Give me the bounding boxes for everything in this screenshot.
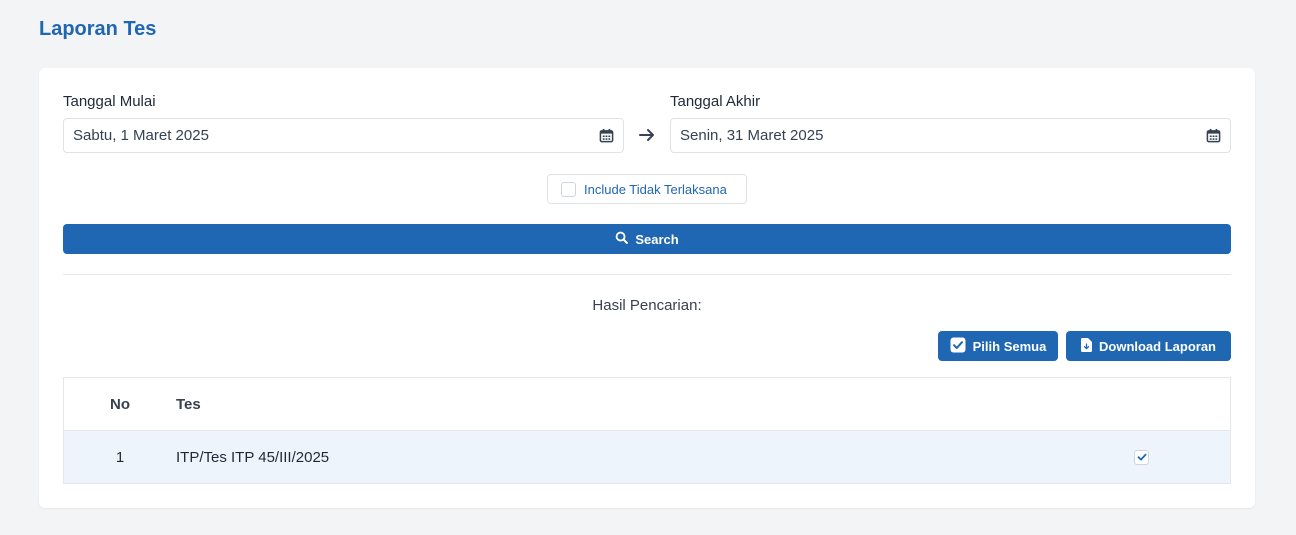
download-report-label: Download Laporan xyxy=(1099,338,1216,354)
check-square-icon xyxy=(950,337,966,356)
include-checkbox[interactable] xyxy=(561,181,576,197)
include-not-executed-toggle[interactable]: Include Tidak Terlaksana xyxy=(547,174,747,204)
table-row[interactable]: 1 ITP/Tes ITP 45/III/2025 xyxy=(64,431,1230,483)
calendar-icon[interactable] xyxy=(1205,128,1221,144)
end-date-input[interactable]: Senin, 31 Maret 2025 xyxy=(670,118,1231,153)
results-table: No Tes 1 ITP/Tes ITP 45/III/2025 xyxy=(63,377,1231,484)
column-header-no: No xyxy=(110,395,130,413)
file-download-icon xyxy=(1081,337,1092,355)
results-heading: Hasil Pencarian: xyxy=(592,297,702,314)
search-button-label: Search xyxy=(635,231,679,247)
row-select-cell xyxy=(1053,449,1230,465)
row-number: 1 xyxy=(115,448,125,466)
search-button[interactable]: Search xyxy=(63,224,1231,254)
divider xyxy=(63,274,1231,275)
select-all-button[interactable]: Pilih Semua xyxy=(938,331,1058,361)
end-date-value: Senin, 31 Maret 2025 xyxy=(680,127,824,144)
include-checkbox-label: Include Tidak Terlaksana xyxy=(584,181,727,197)
start-date-input[interactable]: Sabtu, 1 Maret 2025 xyxy=(63,118,624,153)
select-all-label: Pilih Semua xyxy=(972,338,1047,354)
end-date-label: Tanggal Akhir xyxy=(670,93,761,110)
page-title: Laporan Tes xyxy=(39,18,157,40)
report-card: Tanggal Mulai Sabtu, 1 Maret 2025 Tangga… xyxy=(39,68,1255,508)
search-icon xyxy=(615,231,629,247)
check-icon xyxy=(1137,453,1146,461)
row-select-checkbox[interactable] xyxy=(1134,449,1149,465)
start-date-label: Tanggal Mulai xyxy=(63,93,156,110)
row-test-name: ITP/Tes ITP 45/III/2025 xyxy=(176,448,330,466)
column-header-tes: Tes xyxy=(176,395,201,413)
arrow-right-icon xyxy=(638,126,656,144)
start-date-value: Sabtu, 1 Maret 2025 xyxy=(73,127,209,144)
calendar-icon[interactable] xyxy=(598,128,614,144)
table-header: No Tes xyxy=(64,378,1230,431)
download-report-button[interactable]: Download Laporan xyxy=(1066,331,1231,361)
